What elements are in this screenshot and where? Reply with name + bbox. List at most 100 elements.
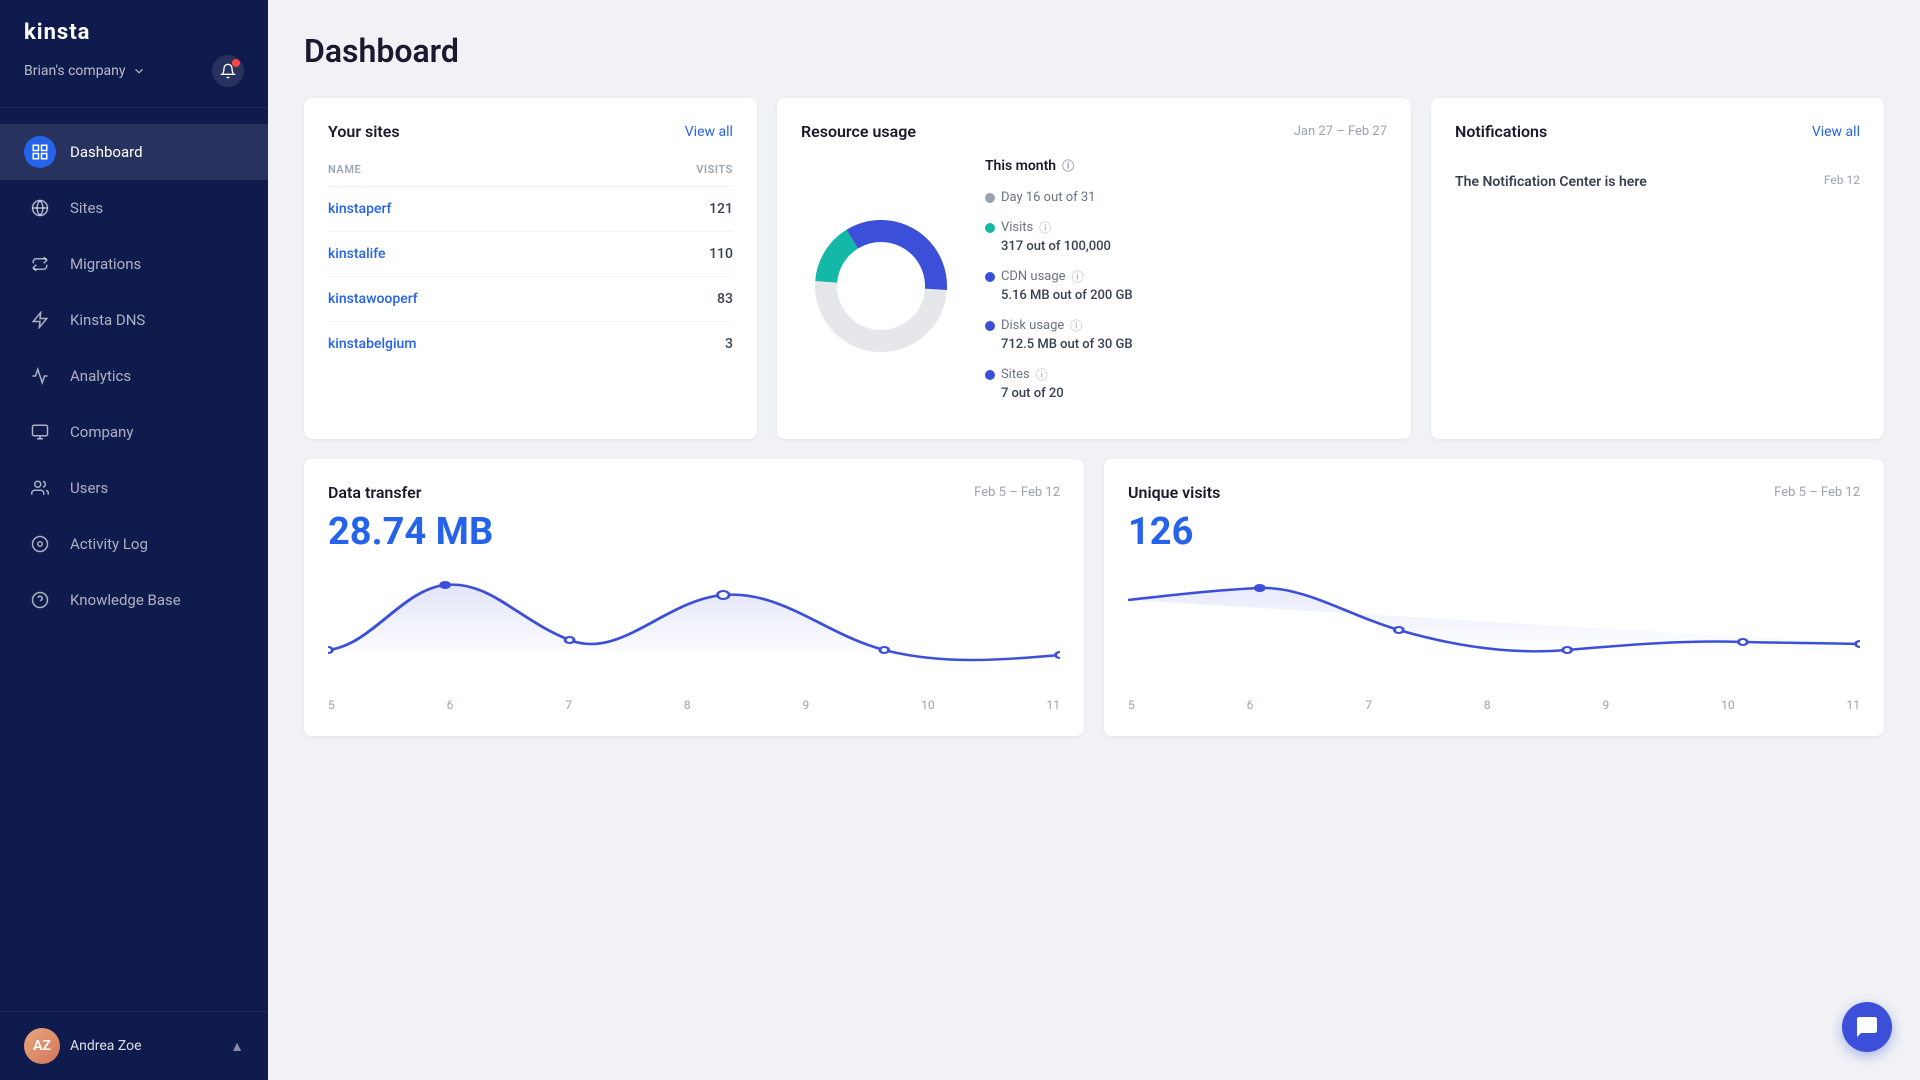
x-axis-label: 5 [328,698,335,712]
sites-col-visits: VISITS [615,157,733,187]
data-transfer-title: Data transfer [328,483,421,502]
notifications-bell[interactable] [212,55,244,87]
visits-info-icon[interactable]: ⓘ [1039,219,1051,236]
notifications-view-all[interactable]: View all [1812,124,1860,140]
resource-usage-body: This month ⓘ Day 16 out of 31 Visits [801,157,1387,415]
nav-icon-migrations [24,248,56,280]
sidebar-item-sites[interactable]: Sites [0,180,268,236]
nav-label-company: Company [70,423,133,441]
nav-label-analytics: Analytics [70,367,131,385]
data-transfer-chart-svg [328,570,1060,690]
nav-label-sites: Sites [70,199,103,217]
stat-visits: Visits ⓘ 317 out of 100,000 [985,219,1387,254]
stat-sites: Sites ⓘ 7 out of 20 [985,366,1387,401]
unique-visits-value: 126 [1128,510,1860,554]
nav-label-activity-log: Activity Log [70,535,148,553]
x-axis-label: 5 [1128,698,1135,712]
your-sites-header: Your sites View all [328,122,733,141]
table-row: kinstawooperf 83 [328,277,733,322]
sidebar-item-migrations[interactable]: Migrations [0,236,268,292]
user-name: Andrea Zoe [70,1038,142,1054]
sites-value: 7 out of 20 [985,386,1387,401]
this-month-info-icon[interactable]: ⓘ [1062,157,1074,174]
x-axis-label: 7 [1365,698,1372,712]
sidebar-item-knowledge-base[interactable]: Knowledge Base [0,572,268,628]
chat-button[interactable] [1842,1002,1892,1052]
user-profile[interactable]: AZ Andrea Zoe [24,1028,142,1064]
table-row: kinstalife 110 [328,232,733,277]
sidebar-item-company[interactable]: Company [0,404,268,460]
sidebar-item-dashboard[interactable]: Dashboard [0,124,268,180]
day-dot [985,193,995,203]
nav-label-knowledge-base: Knowledge Base [70,591,181,609]
x-axis-label: 7 [565,698,572,712]
site-link[interactable]: kinstalife [328,246,386,262]
notification-date: Feb 12 [1824,173,1860,187]
sites-table: NAME VISITS kinstaperf 121 kinstalife 11… [328,157,733,366]
data-transfer-date: Feb 5 – Feb 12 [974,485,1060,500]
sites-info-icon[interactable]: ⓘ [1036,366,1048,383]
nav-label-users: Users [70,479,108,497]
your-sites-title: Your sites [328,122,400,141]
nav-icon-kinsta-dns [24,304,56,336]
site-visits: 121 [615,187,733,232]
disk-value: 712.5 MB out of 30 GB [985,337,1387,352]
sidebar-logo: kinsta [24,20,244,45]
sidebar-item-activity-log[interactable]: Activity Log [0,516,268,572]
notifications-header: Notifications View all [1455,122,1860,141]
unique-visits-chart [1128,570,1860,690]
unique-visits-date: Feb 5 – Feb 12 [1774,485,1860,500]
chevron-up-icon[interactable]: ▲ [230,1038,244,1055]
sidebar-item-users[interactable]: Users [0,460,268,516]
x-axis-label: 10 [1721,698,1735,712]
notifications-list: The Notification Center is here Feb 12 [1455,157,1860,209]
page-title: Dashboard [304,32,1884,70]
site-visits: 83 [615,277,733,322]
cdn-info-icon[interactable]: ⓘ [1072,268,1084,285]
notification-text: The Notification Center is here [1455,173,1647,193]
site-link[interactable]: kinstawooperf [328,291,418,307]
x-axis-label: 6 [447,698,454,712]
site-link[interactable]: kinstaperf [328,201,391,217]
nav-label-dashboard: Dashboard [70,143,143,161]
company-name-label: Brian's company [24,63,126,79]
bottom-cards-grid: Data transfer Feb 5 – Feb 12 28.74 MB [304,459,1884,736]
x-axis-label: 8 [1484,698,1491,712]
sidebar-header: kinsta Brian's company [0,0,268,108]
site-link[interactable]: kinstabelgium [328,336,417,352]
resource-usage-date: Jan 27 – Feb 27 [1294,124,1387,139]
sites-col-name: NAME [328,157,615,187]
nav-icon-activity-log [24,528,56,560]
sidebar-nav: Dashboard Sites Migrations Kinsta DNS An… [0,108,268,1011]
x-axis-label: 9 [803,698,810,712]
chat-icon [1855,1015,1879,1039]
sidebar-footer: AZ Andrea Zoe ▲ [0,1011,268,1080]
data-transfer-header: Data transfer Feb 5 – Feb 12 [328,483,1060,502]
resource-usage-title: Resource usage [801,122,916,141]
chevron-down-icon [132,64,146,78]
x-axis-label: 9 [1603,698,1610,712]
nav-icon-company [24,416,56,448]
sidebar-item-kinsta-dns[interactable]: Kinsta DNS [0,292,268,348]
data-transfer-card: Data transfer Feb 5 – Feb 12 28.74 MB [304,459,1084,736]
sidebar-item-analytics[interactable]: Analytics [0,348,268,404]
sites-dot [985,370,995,380]
notification-item: The Notification Center is here Feb 12 [1455,157,1860,209]
data-transfer-value: 28.74 MB [328,510,1060,554]
company-selector[interactable]: Brian's company [24,63,146,79]
bell-notification-dot [232,59,240,67]
unique-visits-x-labels: 567891011 [1128,690,1860,712]
your-sites-view-all[interactable]: View all [685,124,733,140]
disk-info-icon[interactable]: ⓘ [1070,317,1082,334]
unique-visits-chart-svg [1128,570,1860,690]
nav-icon-dashboard [24,136,56,168]
cdn-dot [985,272,995,282]
nav-label-migrations: Migrations [70,255,141,273]
disk-dot [985,321,995,331]
table-row: kinstaperf 121 [328,187,733,232]
unique-visits-title: Unique visits [1128,483,1220,502]
unique-visits-card: Unique visits Feb 5 – Feb 12 126 [1104,459,1884,736]
table-row: kinstabelgium 3 [328,322,733,367]
stat-cdn: CDN usage ⓘ 5.16 MB out of 200 GB [985,268,1387,303]
this-month-label: This month ⓘ [985,157,1387,174]
